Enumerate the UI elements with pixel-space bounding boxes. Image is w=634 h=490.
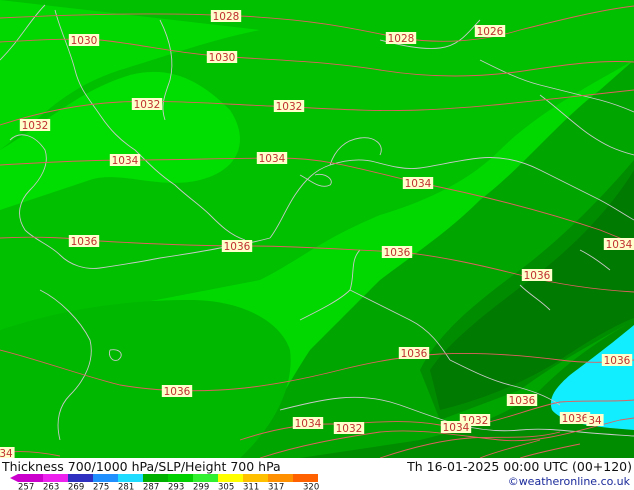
scale-label: 293 xyxy=(168,483,184,490)
isobar-label: 1032 xyxy=(336,423,363,435)
scale-label: 269 xyxy=(68,483,84,490)
isobar-label: 1034 xyxy=(295,418,322,430)
scale-swatch xyxy=(68,474,93,482)
isobar-label: 1036 xyxy=(224,241,251,253)
isobar-label: 1034 xyxy=(259,153,286,165)
scale-swatch xyxy=(168,474,193,482)
scale-swatch xyxy=(243,474,268,482)
weather-map: 1028 1030 1030 1028 1026 1032 1032 1032 1034 1034… xyxy=(0,0,634,458)
scale-swatch xyxy=(18,474,43,482)
isobar-label: 1034 xyxy=(112,155,139,167)
scale-label: 263 xyxy=(43,483,59,490)
scale-label: 311 xyxy=(243,483,259,490)
scale-swatch xyxy=(218,474,243,482)
isobar-label: 1034 xyxy=(405,178,432,190)
band-mid-south xyxy=(0,300,291,458)
isobar-label: 1036 xyxy=(401,348,428,360)
isobar-label: 1034 xyxy=(443,422,470,434)
scale-label: 305 xyxy=(218,483,234,490)
isobar-label: 1036 xyxy=(384,247,411,259)
map-footer: Thickness 700/1000 hPa/SLP/Height 700 hP… xyxy=(0,458,634,490)
isobar-label: 1026 xyxy=(477,26,504,38)
isobar-label: 1032 xyxy=(22,120,49,132)
scale-swatch xyxy=(143,474,168,482)
isobar-label: 1028 xyxy=(213,11,240,23)
scale-swatch xyxy=(93,474,118,482)
map-title: Thickness 700/1000 hPa/SLP/Height 700 hP… xyxy=(2,459,281,474)
isobar-label: 1028 xyxy=(388,33,415,45)
scale-swatch xyxy=(118,474,143,482)
scale-label: 275 xyxy=(93,483,109,490)
scale-swatch xyxy=(293,474,318,482)
isobar-label: 1036 xyxy=(524,270,551,282)
isobar-label: 34 xyxy=(0,448,13,458)
isobar-label: 1036 xyxy=(604,355,631,367)
scale-swatch xyxy=(268,474,293,482)
isobar-label: 1036 xyxy=(71,236,98,248)
scale-swatch xyxy=(43,474,68,482)
isobar-label: 1034 xyxy=(606,239,633,251)
scale-label: 257 xyxy=(18,483,34,490)
isobar-label: 1030 xyxy=(209,52,236,64)
scale-label: 299 xyxy=(193,483,209,490)
scale-label: 320 xyxy=(303,483,319,490)
scale-arrow-icon xyxy=(10,474,18,482)
scale-label: 287 xyxy=(143,483,159,490)
color-scale: 257 263 269 275 281 287 293 299 305 311 317 320 xyxy=(10,474,319,490)
isobar-label: 34 xyxy=(588,415,602,427)
scale-swatch xyxy=(193,474,218,482)
map-view: 1028 1030 1030 1028 1026 1032 1032 1032 1034 1034… xyxy=(0,0,634,490)
isobar-label: 1032 xyxy=(134,99,161,111)
scale-label: 317 xyxy=(268,483,284,490)
isobar-label: 1036 xyxy=(562,413,589,425)
isobar-label: 1036 xyxy=(164,386,191,398)
valid-time: Th 16-01-2025 00:00 UTC (00+120) xyxy=(407,459,632,474)
isobar-label: 1030 xyxy=(71,35,98,47)
isobar-label: 1036 xyxy=(509,395,536,407)
isobar-label: 1032 xyxy=(276,101,303,113)
credit-link[interactable]: ©weatheronline.co.uk xyxy=(508,475,630,488)
scale-label: 281 xyxy=(118,483,134,490)
